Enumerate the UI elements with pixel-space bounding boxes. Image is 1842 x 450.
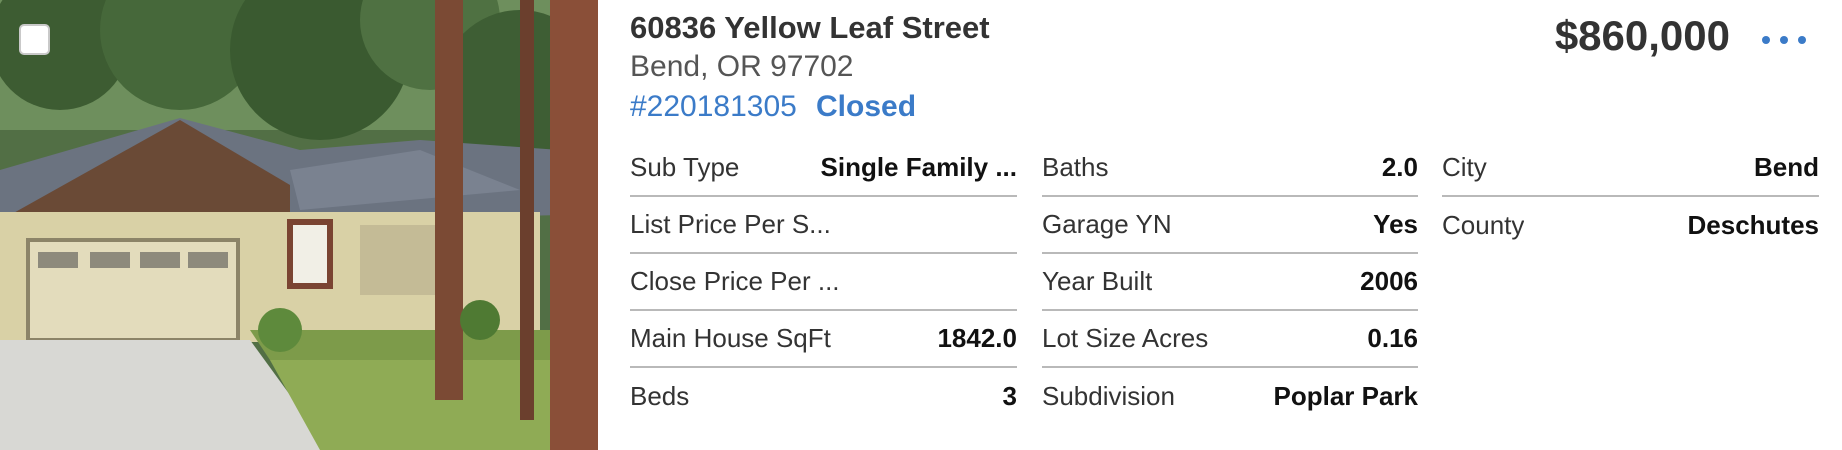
mls-number-link[interactable]: #220181305: [630, 90, 797, 124]
detail-value: 0.16: [1367, 323, 1418, 353]
detail-label: Beds: [630, 381, 690, 411]
detail-label: Subdivision: [1042, 381, 1175, 411]
detail-label: List Price Per S...: [630, 209, 831, 239]
detail-value: 1842.0: [937, 323, 1017, 353]
status-badge: Closed: [816, 90, 917, 123]
detail-row-garage-yn: Garage YN Yes: [1042, 197, 1418, 254]
detail-row-year-built: Year Built 2006: [1042, 254, 1418, 311]
detail-label: County: [1442, 210, 1525, 240]
details-column-1: Sub Type Single Family ... List Price Pe…: [630, 140, 1017, 425]
detail-value: 3: [1002, 381, 1017, 411]
detail-label: Baths: [1042, 152, 1109, 182]
detail-row-lot-size-acres: Lot Size Acres 0.16: [1042, 311, 1418, 368]
detail-value: Poplar Park: [1273, 381, 1418, 411]
listing-photo[interactable]: [0, 0, 598, 450]
house-photo: [0, 0, 598, 450]
details-column-2: Baths 2.0 Garage YN Yes Year Built 2006 …: [1042, 140, 1418, 425]
select-checkbox[interactable]: [19, 24, 50, 55]
more-options-icon[interactable]: [1762, 20, 1806, 60]
detail-row-city: City Bend: [1442, 140, 1819, 197]
detail-row-main-house-sqft: Main House SqFt 1842.0: [630, 311, 1017, 368]
detail-value: Deschutes: [1687, 210, 1820, 240]
detail-value: Bend: [1754, 152, 1819, 182]
detail-value: 2006: [1360, 266, 1418, 296]
details-column-3: City Bend County Deschutes: [1442, 140, 1819, 254]
listing-city-state-zip: Bend, OR 97702: [630, 50, 854, 83]
detail-label: Garage YN: [1042, 209, 1172, 239]
detail-row-subdivision: Subdivision Poplar Park: [1042, 368, 1418, 425]
detail-label: Main House SqFt: [630, 323, 831, 353]
listing-address[interactable]: 60836 Yellow Leaf Street: [630, 10, 990, 46]
detail-value: Single Family ...: [820, 152, 1018, 182]
detail-row-sub-type: Sub Type Single Family ...: [630, 140, 1017, 197]
detail-value: 2.0: [1381, 152, 1418, 182]
detail-value: Yes: [1373, 209, 1418, 239]
detail-row-close-price-per: Close Price Per ...: [630, 254, 1017, 311]
detail-row-county: County Deschutes: [1442, 197, 1819, 254]
detail-row-baths: Baths 2.0: [1042, 140, 1418, 197]
detail-label: Lot Size Acres: [1042, 323, 1209, 353]
detail-label: City: [1442, 152, 1487, 182]
detail-row-list-price-per-sqft: List Price Per S...: [630, 197, 1017, 254]
listing-card[interactable]: 60836 Yellow Leaf Street Bend, OR 97702 …: [0, 0, 1842, 450]
detail-label: Year Built: [1042, 266, 1153, 296]
detail-row-beds: Beds 3: [630, 368, 1017, 425]
detail-label: Sub Type: [630, 152, 740, 182]
detail-label: Close Price Per ...: [630, 266, 840, 296]
listing-price: $860,000: [1554, 12, 1730, 59]
